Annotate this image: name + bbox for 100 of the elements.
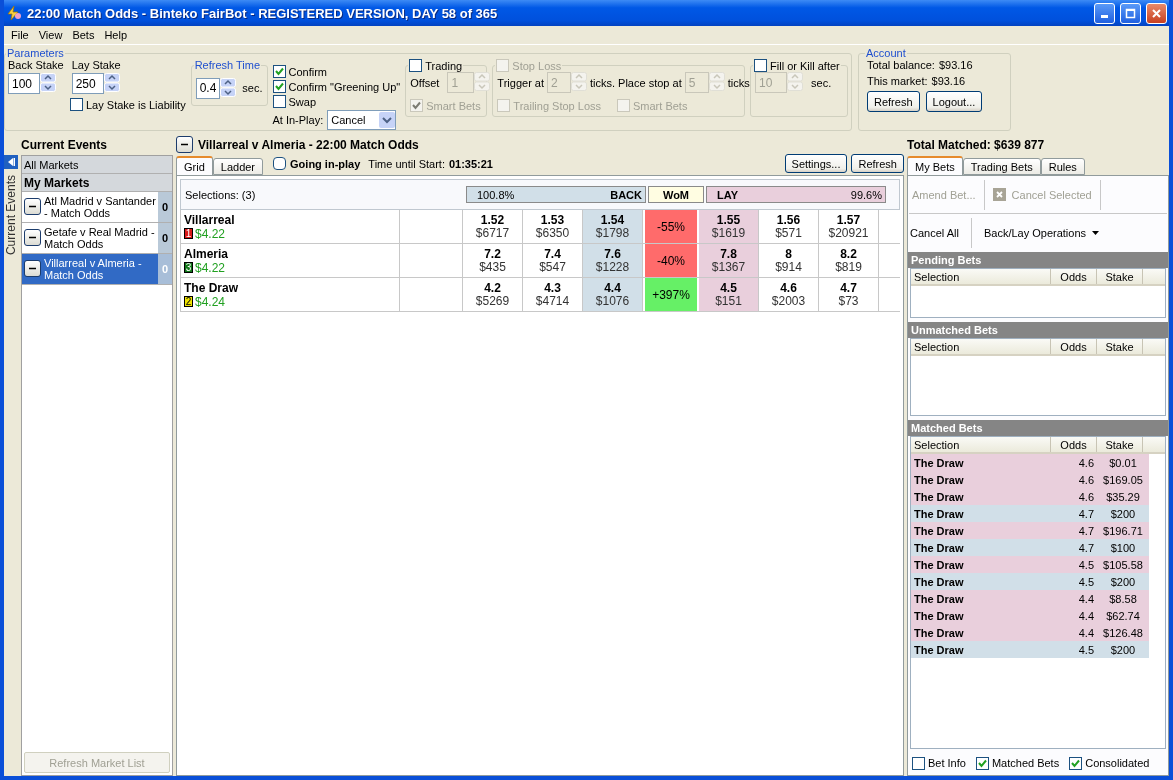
side-label: BACK xyxy=(610,188,642,201)
column-header[interactable]: Selection xyxy=(911,339,1051,354)
market-count: 0 xyxy=(158,223,172,253)
group-title: Parameters xyxy=(7,47,64,59)
column-header[interactable]: Stake xyxy=(1097,437,1143,452)
bet-row[interactable]: The Draw 4.5 $200 xyxy=(911,573,1149,590)
unit-label: ticks. xyxy=(590,76,616,89)
checkbox[interactable] xyxy=(70,98,83,111)
field-label: Back Stake xyxy=(8,59,64,71)
checkbox[interactable] xyxy=(272,95,286,108)
checkbox[interactable] xyxy=(272,65,286,78)
collapse-button[interactable] xyxy=(176,136,193,153)
menu-item[interactable]: View xyxy=(33,29,68,41)
back-price-cell[interactable]: 7.6 $1228 xyxy=(583,244,643,277)
side-tab[interactable]: Current Events xyxy=(4,175,18,256)
minimize-button[interactable] xyxy=(1094,2,1115,24)
tab[interactable]: Rules xyxy=(1040,158,1085,175)
bet-selection: The Draw xyxy=(913,558,965,571)
column-header[interactable]: Odds xyxy=(1051,269,1097,284)
bet-odds: 4.5 xyxy=(1077,558,1095,571)
checkbox[interactable] xyxy=(273,157,287,170)
menu-item[interactable]: Bets xyxy=(67,29,100,41)
close-icon xyxy=(1151,7,1162,19)
toolbar-button[interactable]: Settings... xyxy=(784,154,848,173)
lay-price-cell[interactable]: 1.55 $1619 xyxy=(699,210,759,243)
minus-icon xyxy=(29,205,36,208)
checkbox[interactable] xyxy=(409,59,423,72)
checkbox[interactable] xyxy=(975,756,989,770)
spinner-icon[interactable] xyxy=(220,77,237,97)
tab[interactable]: My Bets xyxy=(907,156,963,175)
minus-icon xyxy=(181,143,188,146)
lay-price-cell[interactable]: 4.5 $151 xyxy=(699,278,759,311)
group-title: Account xyxy=(866,47,906,59)
bet-row[interactable]: The Draw 4.7 $200 xyxy=(911,505,1149,522)
bet-row[interactable]: The Draw 4.7 $100 xyxy=(911,539,1149,556)
market-name: Atl Madrid v Santander - Match Odds xyxy=(43,194,157,221)
back-price-cell[interactable]: 1.54 $1798 xyxy=(583,210,643,243)
toolbar-button[interactable]: Refresh xyxy=(851,154,904,173)
collapse-button[interactable] xyxy=(24,229,41,246)
checkbox[interactable] xyxy=(1069,756,1083,770)
cancel-all-button[interactable]: Cancel All xyxy=(910,227,959,239)
column-header[interactable]: Stake xyxy=(1097,339,1143,354)
tab[interactable]: Grid xyxy=(176,156,213,175)
collapse-button[interactable] xyxy=(24,198,41,215)
column-header[interactable]: Stake xyxy=(1097,269,1143,284)
column-header[interactable]: Odds xyxy=(1051,437,1097,452)
market-item[interactable]: Villarreal v Almeria - Match Odds 0 xyxy=(22,254,172,285)
profit-value: $4.22 xyxy=(195,260,226,275)
bet-row[interactable]: The Draw 4.6 $0.01 xyxy=(911,454,1149,471)
bet-row[interactable]: The Draw 4.5 $105.58 xyxy=(911,556,1149,573)
bet-row[interactable]: The Draw 4.6 $169.05 xyxy=(911,471,1149,488)
spinner-icon[interactable] xyxy=(40,73,56,92)
menu-item[interactable]: File xyxy=(6,29,34,41)
list-item[interactable]: All Markets xyxy=(22,156,172,174)
tab[interactable]: Trading Bets xyxy=(962,158,1041,175)
menu-item[interactable]: Help xyxy=(99,29,133,41)
refresh-time-field[interactable]: 0.4 xyxy=(195,77,221,99)
column-header[interactable]: Selection xyxy=(911,437,1051,452)
bet-row[interactable]: The Draw 4.4 $8.58 xyxy=(911,590,1149,607)
collapse-button[interactable] xyxy=(4,155,18,169)
column-header[interactable]: Odds xyxy=(1051,339,1097,354)
bet-selection: The Draw xyxy=(913,643,965,656)
in-play-dropdown[interactable]: Cancel xyxy=(327,110,397,130)
operations-menu-button[interactable]: Back/Lay Operations xyxy=(983,227,1100,239)
bet-row[interactable]: The Draw 4.6 $35.29 xyxy=(911,488,1149,505)
bet-row[interactable]: The Draw 4.4 $62.74 xyxy=(911,607,1149,624)
bet-stake: $196.71 xyxy=(1102,524,1144,537)
bet-stake: $200 xyxy=(1109,507,1137,520)
checkbox-label: Swap xyxy=(288,95,317,108)
column-header[interactable]: Selection xyxy=(911,269,1051,284)
runner-name: The Draw xyxy=(184,280,239,295)
spinner-icon[interactable] xyxy=(103,73,120,92)
checkbox[interactable] xyxy=(754,59,768,72)
runner-name: Almeria xyxy=(184,246,230,261)
bet-odds: 4.7 xyxy=(1077,541,1095,554)
back-price-cell[interactable]: 4.4 $1076 xyxy=(583,278,643,311)
maximize-button[interactable] xyxy=(1120,2,1141,24)
checkbox-label: Confirm "Greening Up" xyxy=(288,80,401,93)
lay-price-cell[interactable]: 7.8 $1367 xyxy=(699,244,759,277)
checkbox[interactable] xyxy=(912,756,925,770)
account-button[interactable]: Refresh xyxy=(867,91,920,112)
bet-stake: $8.58 xyxy=(1108,592,1138,605)
tab[interactable]: Ladder xyxy=(212,158,264,175)
bet-stake: $35.29 xyxy=(1105,490,1141,503)
bet-row[interactable]: The Draw 4.4 $126.48 xyxy=(911,624,1149,641)
bet-stake: $62.74 xyxy=(1105,609,1141,622)
collapse-button[interactable] xyxy=(24,260,41,277)
bet-selection: The Draw xyxy=(913,575,965,588)
bet-row[interactable]: The Draw 4.7 $196.71 xyxy=(911,522,1149,539)
close-button[interactable] xyxy=(1146,2,1167,24)
bet-odds: 4.6 xyxy=(1077,456,1095,469)
bet-odds: 4.7 xyxy=(1077,507,1095,520)
caret-icon xyxy=(1092,231,1100,235)
profit-value: $4.22 xyxy=(195,226,226,241)
back-stake-field[interactable]: 100 xyxy=(8,73,40,94)
account-button[interactable]: Logout... xyxy=(925,91,983,112)
checkbox-label: Smart Bets xyxy=(633,99,688,112)
checkbox[interactable] xyxy=(272,80,286,93)
lay-stake-field[interactable]: 250 xyxy=(71,73,104,94)
bet-row[interactable]: The Draw 4.5 $200 xyxy=(911,641,1149,658)
